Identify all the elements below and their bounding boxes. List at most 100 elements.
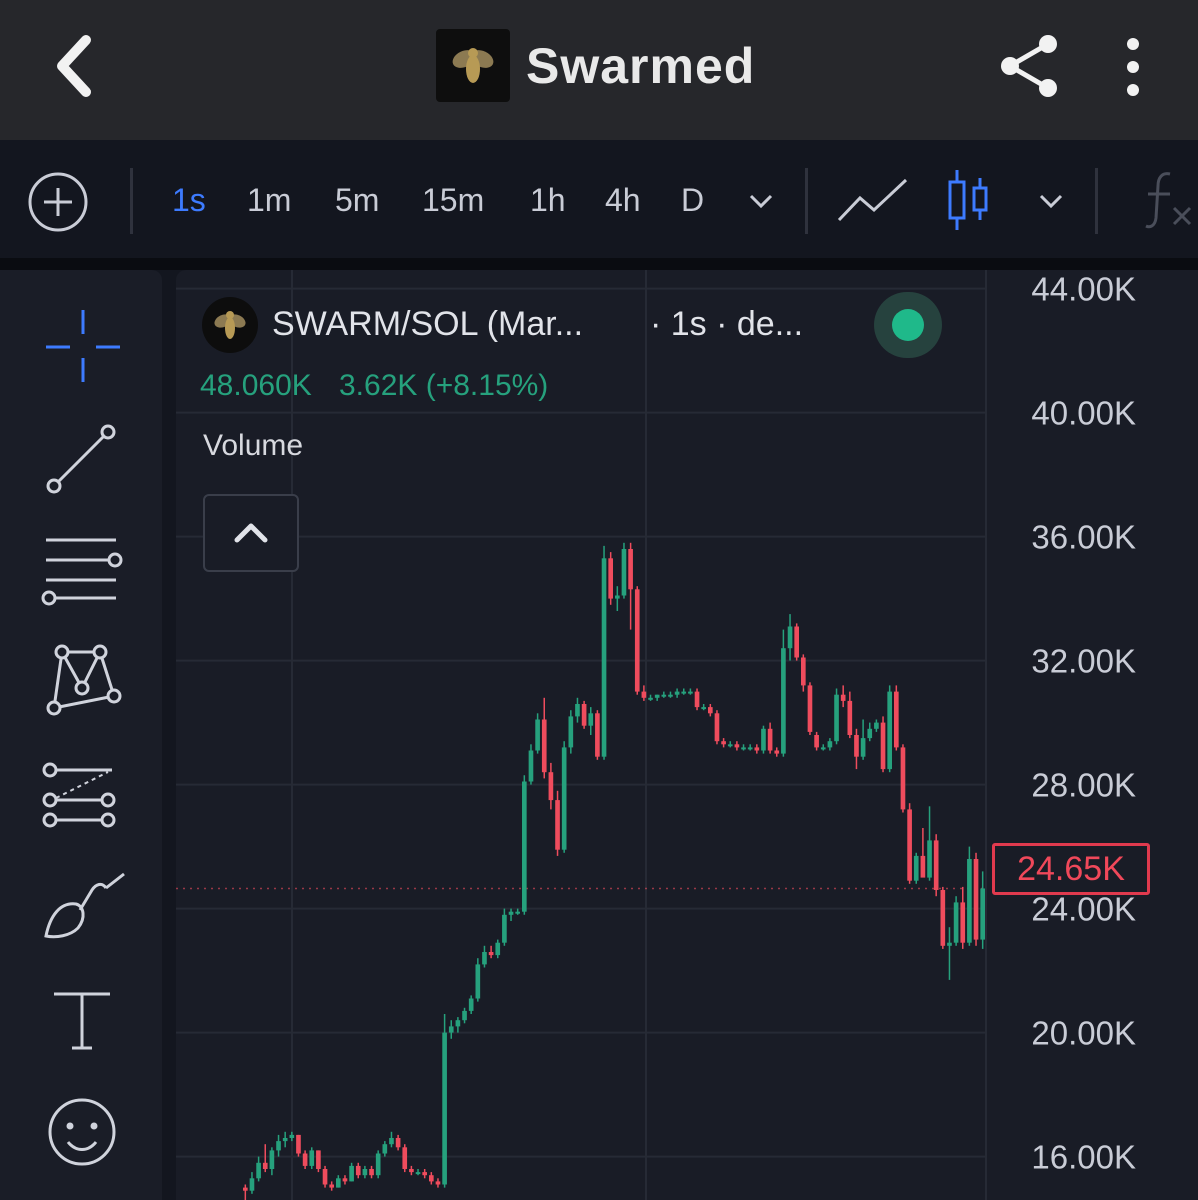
candle — [508, 908, 514, 921]
candle-body — [382, 1144, 388, 1154]
candle-body — [628, 549, 633, 590]
candle — [316, 1150, 321, 1173]
candle-body — [455, 1020, 461, 1027]
candle — [362, 1165, 368, 1179]
last-price: 48.060K — [200, 369, 312, 402]
candle — [528, 744, 534, 785]
candle — [322, 1165, 328, 1188]
candle — [342, 1175, 348, 1185]
candle-body — [329, 1184, 335, 1188]
candle — [581, 700, 587, 729]
candle-body — [528, 750, 534, 782]
collapse-legend-button[interactable] — [203, 494, 299, 572]
candle-body — [674, 691, 680, 695]
candle-body — [355, 1165, 361, 1176]
candle-body — [395, 1138, 401, 1148]
candle-body — [269, 1150, 275, 1169]
emoji-icon[interactable] — [36, 1084, 128, 1176]
candle — [349, 1162, 354, 1182]
candle — [867, 722, 873, 742]
candle-body — [754, 747, 760, 751]
interval-1m[interactable]: 1m — [247, 178, 291, 222]
candle-body — [967, 859, 972, 943]
candle — [880, 716, 886, 773]
candle-body — [262, 1162, 268, 1169]
candle-body — [860, 738, 866, 757]
candle — [887, 685, 893, 773]
candle-body — [820, 747, 826, 750]
symbol-name[interactable]: SWARM/SOL (Mar... — [272, 302, 583, 346]
candle — [269, 1147, 275, 1176]
candle — [714, 710, 720, 745]
candle-body — [601, 558, 607, 757]
add-indicator-icon[interactable] — [26, 170, 90, 234]
price-axis-tick: 24.00K — [1031, 891, 1136, 928]
volume-indicator-label[interactable]: Volume — [203, 426, 303, 466]
crosshair-icon[interactable] — [36, 300, 128, 392]
interval-1s[interactable]: 1s — [172, 178, 206, 222]
candle — [814, 731, 819, 751]
candle — [847, 691, 853, 739]
share-icon[interactable] — [996, 30, 1064, 102]
candle — [502, 908, 507, 946]
candle-body — [920, 855, 926, 878]
candle-body — [415, 1172, 421, 1175]
function-icon[interactable] — [1140, 168, 1198, 230]
fib-retracement-icon[interactable] — [36, 524, 128, 616]
interval-1h[interactable]: 1h — [530, 178, 566, 222]
candle-body — [389, 1138, 394, 1145]
back-arrow-icon[interactable] — [40, 28, 112, 104]
candle — [249, 1172, 255, 1194]
chevron-down-icon[interactable] — [1036, 188, 1066, 214]
candle — [282, 1131, 288, 1148]
brush-icon[interactable] — [36, 860, 128, 952]
candle-body — [495, 942, 501, 956]
interval-4h[interactable]: 4h — [605, 178, 641, 222]
candle — [648, 694, 653, 701]
candle-body — [854, 735, 859, 757]
candle-body — [575, 704, 580, 717]
candle-body — [535, 719, 540, 751]
text-tool-icon[interactable] — [36, 972, 128, 1064]
candle-body — [488, 952, 494, 956]
candle-body — [727, 744, 733, 747]
candle-body — [309, 1150, 315, 1166]
candle-body — [834, 694, 839, 742]
toolbar-divider — [805, 168, 808, 234]
candle — [541, 697, 547, 779]
candle-body — [694, 691, 700, 708]
candle — [807, 682, 813, 735]
more-vertical-icon[interactable] — [1116, 36, 1150, 98]
candle-body — [814, 735, 819, 748]
candle — [820, 744, 826, 751]
line-chart-icon[interactable] — [836, 174, 910, 226]
pattern-icon[interactable] — [36, 636, 128, 728]
candle — [468, 995, 474, 1014]
interval-15m[interactable]: 15m — [422, 178, 484, 222]
candle-body — [555, 800, 560, 850]
candle-body — [614, 595, 620, 599]
candle — [787, 614, 793, 661]
candle-body — [827, 741, 833, 748]
candlestick-chart-icon[interactable] — [944, 166, 992, 234]
candle — [933, 834, 939, 897]
candle — [488, 945, 494, 959]
projection-icon[interactable] — [36, 748, 128, 840]
candle — [375, 1150, 381, 1179]
candlestick-chart[interactable]: 44.00K 40.00K 36.00K 32.00K 28.00K 24.00K 20.0… — [176, 270, 1198, 1200]
price-change: 3.62K (+8.15%) — [339, 369, 549, 402]
chevron-down-icon[interactable] — [746, 188, 776, 214]
candle-body — [588, 713, 594, 726]
candle-body — [927, 840, 932, 878]
candle — [462, 1007, 467, 1024]
price-axis-tick: 44.00K — [1031, 271, 1136, 308]
trend-line-icon[interactable] — [36, 412, 128, 504]
candle-body — [654, 694, 660, 698]
interval-5m[interactable]: 5m — [335, 178, 379, 222]
interval-d[interactable]: D — [681, 178, 704, 222]
page-title: Swarmed — [526, 38, 756, 94]
candle — [900, 744, 906, 813]
candle-body — [893, 691, 899, 748]
candle-body — [794, 626, 800, 658]
candle-body — [800, 657, 806, 686]
